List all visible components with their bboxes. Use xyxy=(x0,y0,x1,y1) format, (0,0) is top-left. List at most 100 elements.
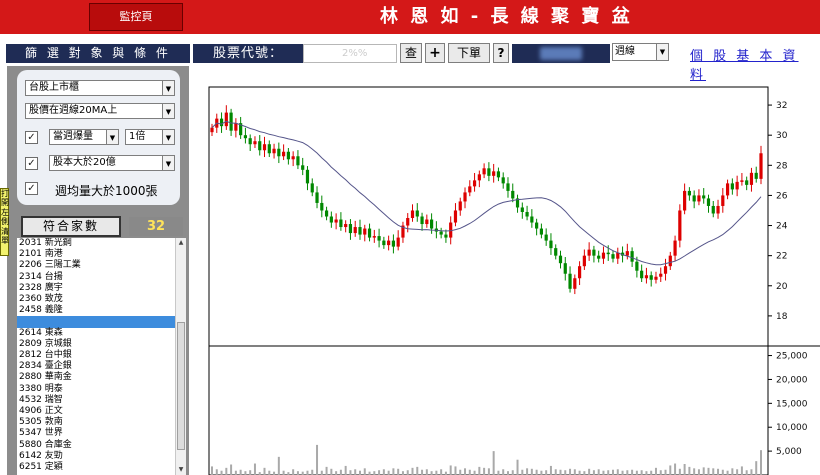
candle-body xyxy=(468,186,472,193)
candle-body xyxy=(406,218,410,226)
candle-body xyxy=(558,255,563,264)
result-stock-list[interactable]: 2031 新光鋼 2101 南港 2206 三陽工業 2314 台揚 2328 廣宇 23… xyxy=(17,238,186,475)
list-item[interactable]: 2360 致茂 xyxy=(17,294,175,305)
candle-body xyxy=(258,141,262,151)
weekly-volume-checkbox[interactable]: ✓ xyxy=(25,182,38,195)
list-item[interactable]: 2206 三陽工業 xyxy=(17,260,175,271)
period-value: 週線 xyxy=(615,46,635,57)
chevron-down-icon[interactable]: ▼ xyxy=(162,81,174,95)
volume-multiple-select[interactable]: 1倍 ▼ xyxy=(125,129,175,145)
candle-body xyxy=(687,190,691,196)
chevron-down-icon[interactable]: ▼ xyxy=(106,130,118,144)
candle-body xyxy=(372,236,376,238)
candle-body xyxy=(706,198,711,206)
list-scrollbar[interactable]: ▲ ▼ xyxy=(175,238,186,475)
list-item[interactable]: 5347 世界 xyxy=(17,428,175,439)
candle-body xyxy=(577,266,582,279)
monitor-page-button[interactable]: 監控頁 xyxy=(89,3,183,31)
candle-body xyxy=(563,263,567,274)
candle-body xyxy=(582,255,586,267)
volume-tick-label: 5,000 xyxy=(776,447,802,457)
candle-body xyxy=(243,135,248,139)
scroll-down-icon[interactable]: ▼ xyxy=(176,465,186,475)
list-item[interactable]: 2812 台中銀 xyxy=(17,350,175,361)
chart-frame xyxy=(208,86,769,475)
candle-body xyxy=(315,192,319,203)
candle-body xyxy=(415,210,419,217)
list-item[interactable]: 5880 合庫金 xyxy=(17,440,175,451)
list-item[interactable]: 5305 敦南 xyxy=(17,417,175,428)
candle-body xyxy=(444,234,448,238)
candle-body xyxy=(387,240,391,246)
period-select[interactable]: 週線 ▼ xyxy=(612,43,669,61)
volume-tick-label: 10,000 xyxy=(776,423,808,433)
candle-body xyxy=(544,234,548,241)
candle-body xyxy=(472,180,477,187)
list-item[interactable]: 4906 正文 xyxy=(17,406,175,417)
candle-body xyxy=(496,171,501,178)
candle-body xyxy=(458,201,462,211)
candle-body xyxy=(353,227,357,234)
candle-body xyxy=(334,219,338,223)
candle-body xyxy=(683,190,687,211)
list-item[interactable]: 6142 友勁 xyxy=(17,451,175,462)
candle-body xyxy=(377,236,381,241)
candle-body xyxy=(754,172,758,179)
query-button[interactable]: 查 xyxy=(400,43,422,63)
candle-body xyxy=(344,224,348,228)
help-button[interactable]: ? xyxy=(493,43,509,63)
price-tick-label: 30 xyxy=(776,131,788,141)
list-item[interactable]: 2328 廣宇 xyxy=(17,283,175,294)
capital-checkbox[interactable]: ✓ xyxy=(25,157,38,170)
open-left-list-tab[interactable]: 打開左側清單 xyxy=(0,188,9,256)
candle-body xyxy=(296,156,300,166)
volume-type-select[interactable]: 當週爆量 ▼ xyxy=(49,129,119,145)
candle-body xyxy=(492,171,496,176)
list-item[interactable]: 4532 瑞智 xyxy=(17,395,175,406)
market-select[interactable]: 台股上市櫃 ▼ xyxy=(25,80,175,96)
add-watchlist-button[interactable]: + xyxy=(425,43,445,63)
candle-body xyxy=(248,138,252,145)
candle-body xyxy=(487,168,491,176)
candle-body xyxy=(649,275,653,280)
list-item[interactable]: 2314 台揚 xyxy=(17,272,175,283)
chevron-down-icon[interactable]: ▼ xyxy=(162,156,174,170)
chevron-down-icon[interactable]: ▼ xyxy=(162,130,174,144)
list-item[interactable]: 2458 義隆 xyxy=(17,305,175,316)
candle-body xyxy=(277,148,281,157)
price-tick-label: 18 xyxy=(776,312,788,322)
candle-body xyxy=(549,240,553,249)
list-item[interactable]: 3380 明泰 xyxy=(17,384,175,395)
candle-body xyxy=(363,228,367,235)
price-condition-select[interactable]: 股價在週線20MA上 ▼ xyxy=(25,103,175,119)
candle-body xyxy=(568,273,572,289)
list-item[interactable]: 2031 新光鋼 xyxy=(17,238,175,249)
list-item[interactable]: 2834 臺企銀 xyxy=(17,361,175,372)
candle-body xyxy=(659,273,663,277)
candle-body xyxy=(539,228,543,235)
list-item-selected[interactable] xyxy=(17,316,175,328)
volume-checkbox[interactable]: ✓ xyxy=(25,131,38,144)
capital-select[interactable]: 股本大於20億 ▼ xyxy=(49,155,175,171)
scrollbar-thumb[interactable] xyxy=(177,322,185,450)
list-item[interactable]: 6251 定穎 xyxy=(17,462,175,473)
stock-chart[interactable]: 18 20 22 24 26 28 30 32 5,000 10,000 15,000 20,000 2… xyxy=(205,71,820,475)
chevron-down-icon[interactable]: ▼ xyxy=(162,104,174,118)
candle-body xyxy=(210,127,214,133)
chevron-down-icon[interactable]: ▼ xyxy=(656,44,668,60)
candle-body xyxy=(310,183,314,193)
candle-body xyxy=(525,211,529,217)
candle-body xyxy=(654,276,658,280)
candle-body xyxy=(716,205,720,214)
list-item[interactable]: 2614 東森 xyxy=(17,328,175,339)
candle-body xyxy=(358,227,362,235)
chart-svg[interactable]: 18 20 22 24 26 28 30 32 5,000 10,000 15,000 20,000 2… xyxy=(205,71,820,475)
list-item[interactable]: 2101 南港 xyxy=(17,249,175,260)
scroll-up-icon[interactable]: ▲ xyxy=(176,238,186,248)
match-count-label: 符合家數 xyxy=(21,216,121,237)
list-item[interactable]: 2880 華南金 xyxy=(17,372,175,383)
stock-profile-link[interactable]: 個 股 基 本 資 料 xyxy=(690,45,810,83)
place-order-button[interactable]: 下單 xyxy=(448,43,490,63)
list-item[interactable]: 2809 京城銀 xyxy=(17,339,175,350)
stock-code-input[interactable]: 2%% xyxy=(303,44,397,63)
